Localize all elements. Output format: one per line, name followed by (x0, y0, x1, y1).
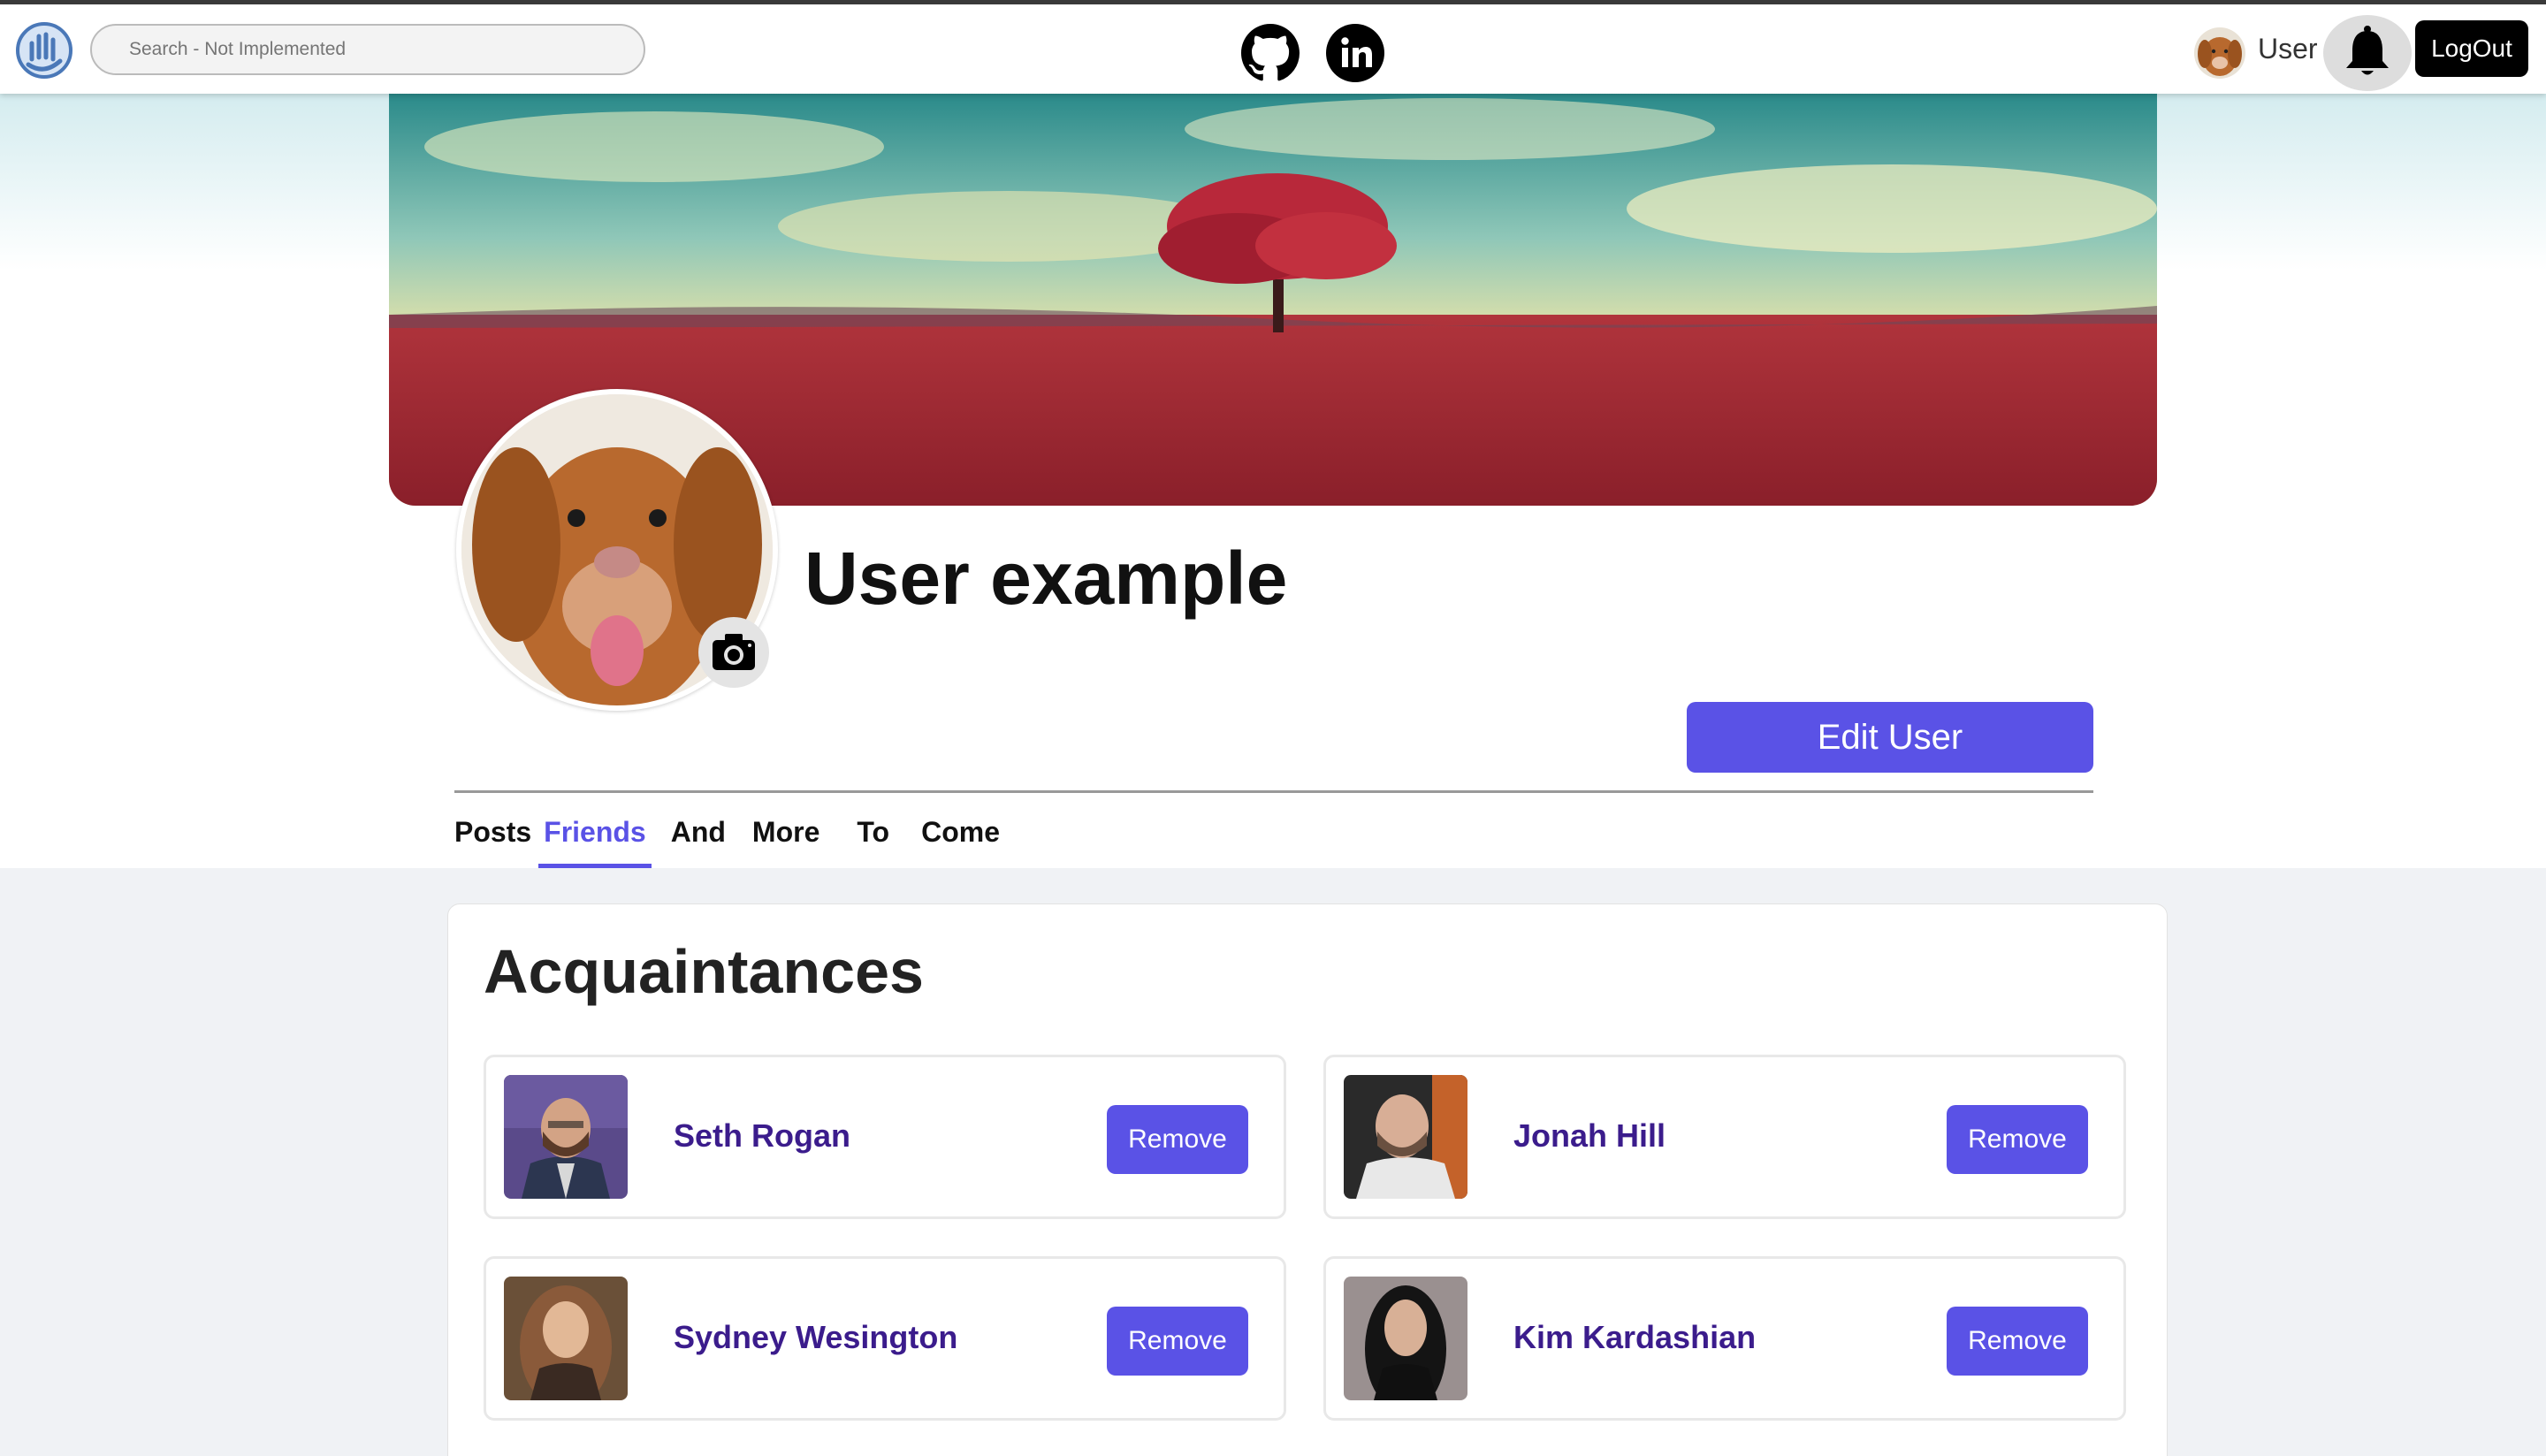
remove-button[interactable]: Remove (1947, 1105, 2088, 1174)
friend-photo (1344, 1277, 1467, 1400)
friend-card: Seth Rogan Remove (484, 1055, 1286, 1219)
top-navbar: User LogOut (0, 0, 2546, 94)
logout-button[interactable]: LogOut (2415, 20, 2528, 77)
user-avatar[interactable] (2194, 27, 2245, 79)
camera-icon[interactable] (698, 617, 769, 688)
linkedin-icon[interactable] (1326, 24, 1384, 82)
tab-posts[interactable]: Posts (454, 810, 531, 868)
tab-to[interactable]: To (857, 810, 889, 868)
search-input[interactable] (90, 24, 645, 75)
remove-button[interactable]: Remove (1107, 1105, 1248, 1174)
github-icon[interactable] (1241, 24, 1300, 82)
edit-user-button[interactable]: Edit User (1687, 702, 2093, 773)
tab-and[interactable]: And (671, 810, 726, 868)
hand-logo-icon[interactable] (16, 20, 72, 80)
friend-photo (504, 1277, 628, 1400)
tab-more[interactable]: More (752, 810, 819, 868)
acquaintances-card: Acquaintances Seth Rogan Remove Jonah Hi… (447, 903, 2168, 1456)
friend-name[interactable]: Seth Rogan (674, 1117, 850, 1155)
remove-button[interactable]: Remove (1947, 1307, 2088, 1376)
friend-card: Jonah Hill Remove (1323, 1055, 2126, 1219)
profile-name: User example (804, 537, 1288, 620)
tab-come[interactable]: Come (921, 810, 1000, 868)
acquaintances-title: Acquaintances (484, 937, 924, 1006)
friend-card: Sydney Wesington Remove (484, 1256, 1286, 1421)
bell-icon[interactable] (2323, 15, 2412, 91)
friend-card: Kim Kardashian Remove (1323, 1256, 2126, 1421)
friend-photo (1344, 1075, 1467, 1199)
divider (454, 790, 2093, 793)
friend-name[interactable]: Sydney Wesington (674, 1319, 957, 1356)
friend-name[interactable]: Kim Kardashian (1513, 1319, 1756, 1356)
friend-name[interactable]: Jonah Hill (1513, 1117, 1666, 1155)
user-name-label[interactable]: User (2258, 33, 2318, 65)
profile-tabs: Posts Friends And More To Come (454, 810, 1032, 868)
friend-photo (504, 1075, 628, 1199)
remove-button[interactable]: Remove (1107, 1307, 1248, 1376)
tab-friends[interactable]: Friends (538, 810, 652, 868)
